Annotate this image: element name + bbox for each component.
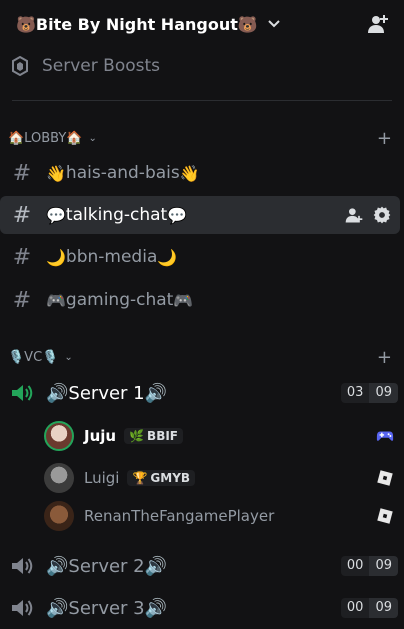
roblox-icon [377, 508, 393, 524]
channel-gaming-chat[interactable]: # 🎮 gaming-chat 🎮 [0, 281, 400, 319]
server-name: 🐻Bite By Night Hangout🐻 [16, 14, 258, 34]
chevron-down-icon: ⌄ [88, 132, 97, 144]
user-count: 00 [340, 598, 370, 618]
user-count: 00 [340, 556, 370, 576]
user-limit-badge: 00 09 [340, 556, 398, 576]
voice-user-renanthefangameplayer[interactable]: RenanTheFangamePlayer [44, 499, 400, 533]
voice-channel-name: 🔊Server 1🔊 [46, 382, 168, 404]
category-vc[interactable]: 🎙️VC🎙️ ⌄ + [8, 345, 396, 369]
text-channel-icon: # [12, 244, 32, 270]
divider [12, 100, 392, 101]
avatar [44, 463, 74, 493]
channel-emoji: 👋 [46, 163, 66, 183]
text-channel-icon: # [12, 287, 32, 313]
category-label: 🏠LOBBY🏠 [8, 130, 83, 146]
invite-people-icon[interactable] [366, 12, 390, 36]
server-boosts-item[interactable]: Server Boosts [12, 56, 160, 76]
user-limit: 09 [369, 383, 398, 403]
user-limit: 09 [369, 556, 398, 576]
user-limit-badge: 00 09 [340, 598, 398, 618]
username: Juju [84, 427, 117, 445]
category-lobby[interactable]: 🏠LOBBY🏠 ⌄ + [8, 126, 396, 150]
channel-name: gaming-chat [65, 290, 174, 310]
user-count: 03 [340, 383, 370, 403]
voice-channel-server-3[interactable]: 🔊Server 3🔊 00 09 [0, 590, 404, 626]
voice-user-luigi[interactable]: Luigi 🏆 GMYB [44, 461, 400, 495]
channel-emoji: 🎮 [46, 290, 66, 310]
channel-list[interactable]: Server Boosts 🏠LOBBY🏠 ⌄ + # 👋 hais-and-b… [0, 48, 404, 629]
guild-tag-label: GMYB [150, 471, 191, 485]
text-channel-icon: # [12, 202, 32, 228]
leaf-icon: 🌿 [129, 429, 145, 443]
trophy-icon: 🏆 [132, 471, 148, 485]
roblox-icon [377, 470, 393, 486]
channel-name: bbn-media [65, 247, 158, 267]
voice-channel-name: 🔊Server 3🔊 [46, 597, 168, 619]
category-label: 🎙️VC🎙️ [8, 349, 59, 365]
username: Luigi [84, 469, 120, 487]
gamepad-icon [376, 431, 394, 441]
text-channel-icon: # [12, 160, 32, 186]
server-header[interactable]: 🐻Bite By Night Hangout🐻 [0, 0, 404, 48]
user-limit: 09 [369, 598, 398, 618]
server-boosts-label: Server Boosts [42, 56, 160, 76]
username: RenanTheFangamePlayer [84, 507, 275, 525]
channel-emoji: 🌙 [46, 247, 66, 267]
voice-channel-name: 🔊Server 2🔊 [46, 555, 168, 577]
gear-icon[interactable] [372, 205, 392, 225]
chevron-down-icon[interactable] [268, 17, 280, 31]
channel-talking-chat[interactable]: # 💬 talking-chat 💬 [0, 196, 400, 234]
channel-bbn-media[interactable]: # 🌙 bbn-media 🌙 [0, 238, 400, 276]
speaker-icon [12, 385, 33, 401]
speaker-icon [12, 600, 33, 616]
channel-emoji: 💬 [167, 205, 188, 225]
chevron-down-icon: ⌄ [64, 351, 73, 363]
channel-emoji: 🎮 [173, 290, 194, 310]
invite-to-channel-icon[interactable] [344, 205, 364, 225]
speaker-icon [12, 558, 33, 574]
guild-tag-label: BBIF [147, 429, 179, 443]
channel-emoji: 🌙 [157, 247, 178, 267]
guild-tag: 🌿 BBIF [124, 428, 184, 444]
voice-channel-server-2[interactable]: 🔊Server 2🔊 00 09 [0, 548, 404, 584]
create-channel-icon[interactable]: + [377, 128, 392, 149]
guild-tag: 🏆 GMYB [127, 470, 196, 486]
user-limit-badge: 03 09 [340, 383, 398, 403]
voice-user-juju[interactable]: Juju 🌿 BBIF [44, 419, 400, 453]
channel-emoji: 💬 [46, 205, 66, 225]
avatar [44, 421, 74, 451]
voice-channel-server-1[interactable]: 🔊Server 1🔊 03 09 [0, 375, 404, 411]
channel-emoji: 👋 [179, 163, 200, 183]
create-channel-icon[interactable]: + [377, 347, 392, 368]
channel-name: talking-chat [65, 205, 168, 225]
avatar [44, 501, 74, 531]
boost-shield-icon [12, 56, 28, 76]
channel-name: hais-and-bais [65, 163, 180, 183]
channel-hais-and-bais[interactable]: # 👋 hais-and-bais 👋 [0, 154, 400, 192]
